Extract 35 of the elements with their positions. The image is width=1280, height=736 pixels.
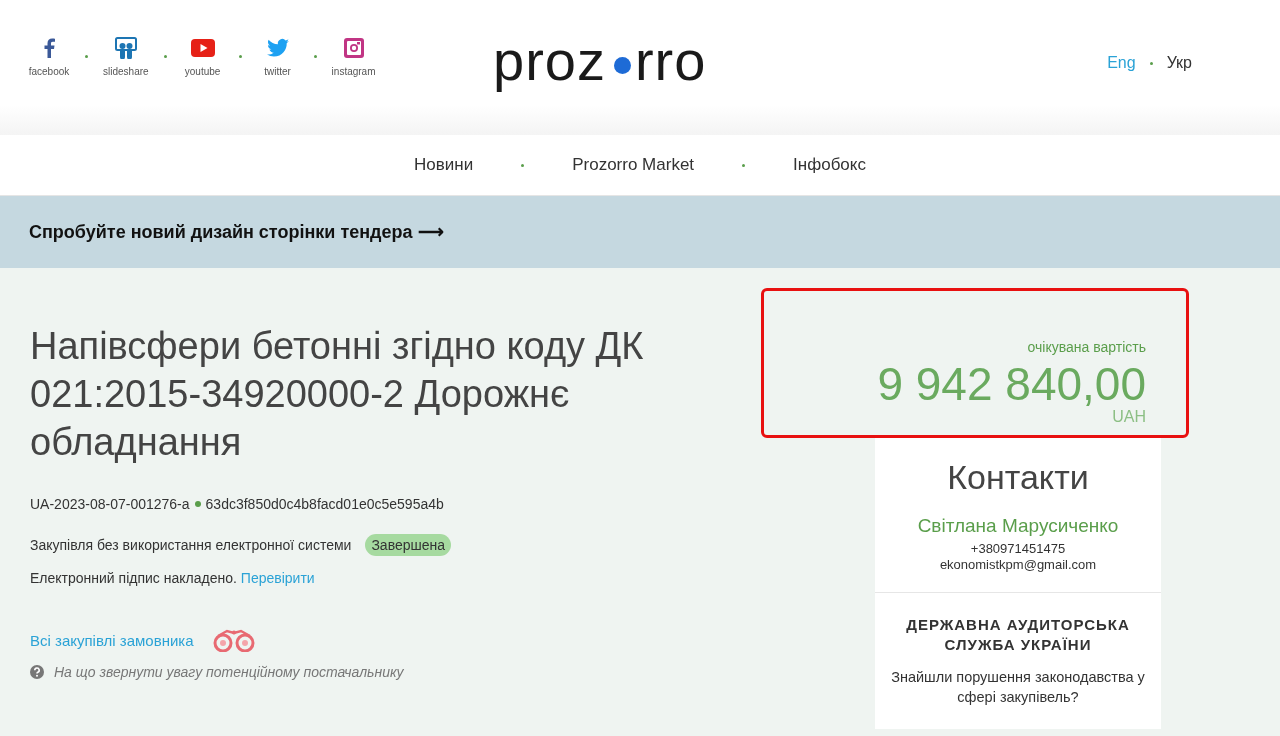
contact-phone: +380971451475 — [969, 541, 1067, 556]
nav-link[interactable]: Новини — [414, 155, 474, 175]
contacts-title: Контакти — [946, 458, 1090, 497]
bird-icon — [266, 37, 289, 59]
play-button-icon — [190, 37, 215, 59]
supplier-hint-text[interactable]: На що звернути увагу потенційному постачальнику — [54, 664, 404, 680]
facebook-icon — [43, 37, 55, 59]
procurement-type: Закупівля без використання електронної системи — [30, 537, 352, 553]
tender-hash: 63dc3f850d0c4b8facd01e0c5e595a4b — [205, 496, 444, 512]
logo[interactable]: proz rro — [493, 28, 707, 93]
tender-title: Напівсфери бетонні згідно коду ДК 021:2015-34920000-2 Дорожнє обладнання — [30, 324, 645, 465]
contact-email: ekonomistkpm@gmail.com — [938, 557, 1098, 572]
nav-link[interactable]: Prozorro Market — [572, 155, 695, 175]
social-link[interactable]: instagram — [331, 36, 376, 77]
new-design-link[interactable]: Спробуйте новий дизайн сторінки тендера ⟶ — [29, 221, 444, 243]
nav-link[interactable]: Інфобокс — [793, 155, 866, 175]
status-dot-icon — [194, 501, 201, 507]
tender-id: UA-2023-08-07-001276-a — [30, 496, 190, 512]
contact-name: Світлана Марусиченко — [916, 515, 1120, 537]
language-link[interactable]: Укр — [1166, 54, 1192, 72]
slideshare-icon — [114, 37, 137, 59]
price-label: очікувана вартість — [1027, 339, 1146, 355]
social-link[interactable]: youtube — [181, 36, 224, 77]
camera-icon — [343, 37, 364, 59]
status-badge: Завершена — [365, 534, 452, 556]
audit-service-title: ДЕРЖАВНА АУДИТОРСЬКА СЛУЖБА УКРАЇНИ — [905, 615, 1131, 655]
price-currency: UAH — [1112, 409, 1146, 425]
binoculars-icon[interactable] — [211, 628, 256, 652]
social-link[interactable]: slideshare — [103, 36, 149, 77]
audit-question: Знайшли порушення законодавства у сфері закупівель? — [890, 668, 1146, 707]
price-amount: 9 942 840,00 — [877, 359, 1146, 409]
social-link[interactable]: twitter — [256, 36, 299, 77]
signature-text: Електронний підпис накладено. — [30, 570, 237, 586]
social-link[interactable]: facebook — [28, 36, 70, 77]
help-icon[interactable] — [30, 665, 44, 679]
